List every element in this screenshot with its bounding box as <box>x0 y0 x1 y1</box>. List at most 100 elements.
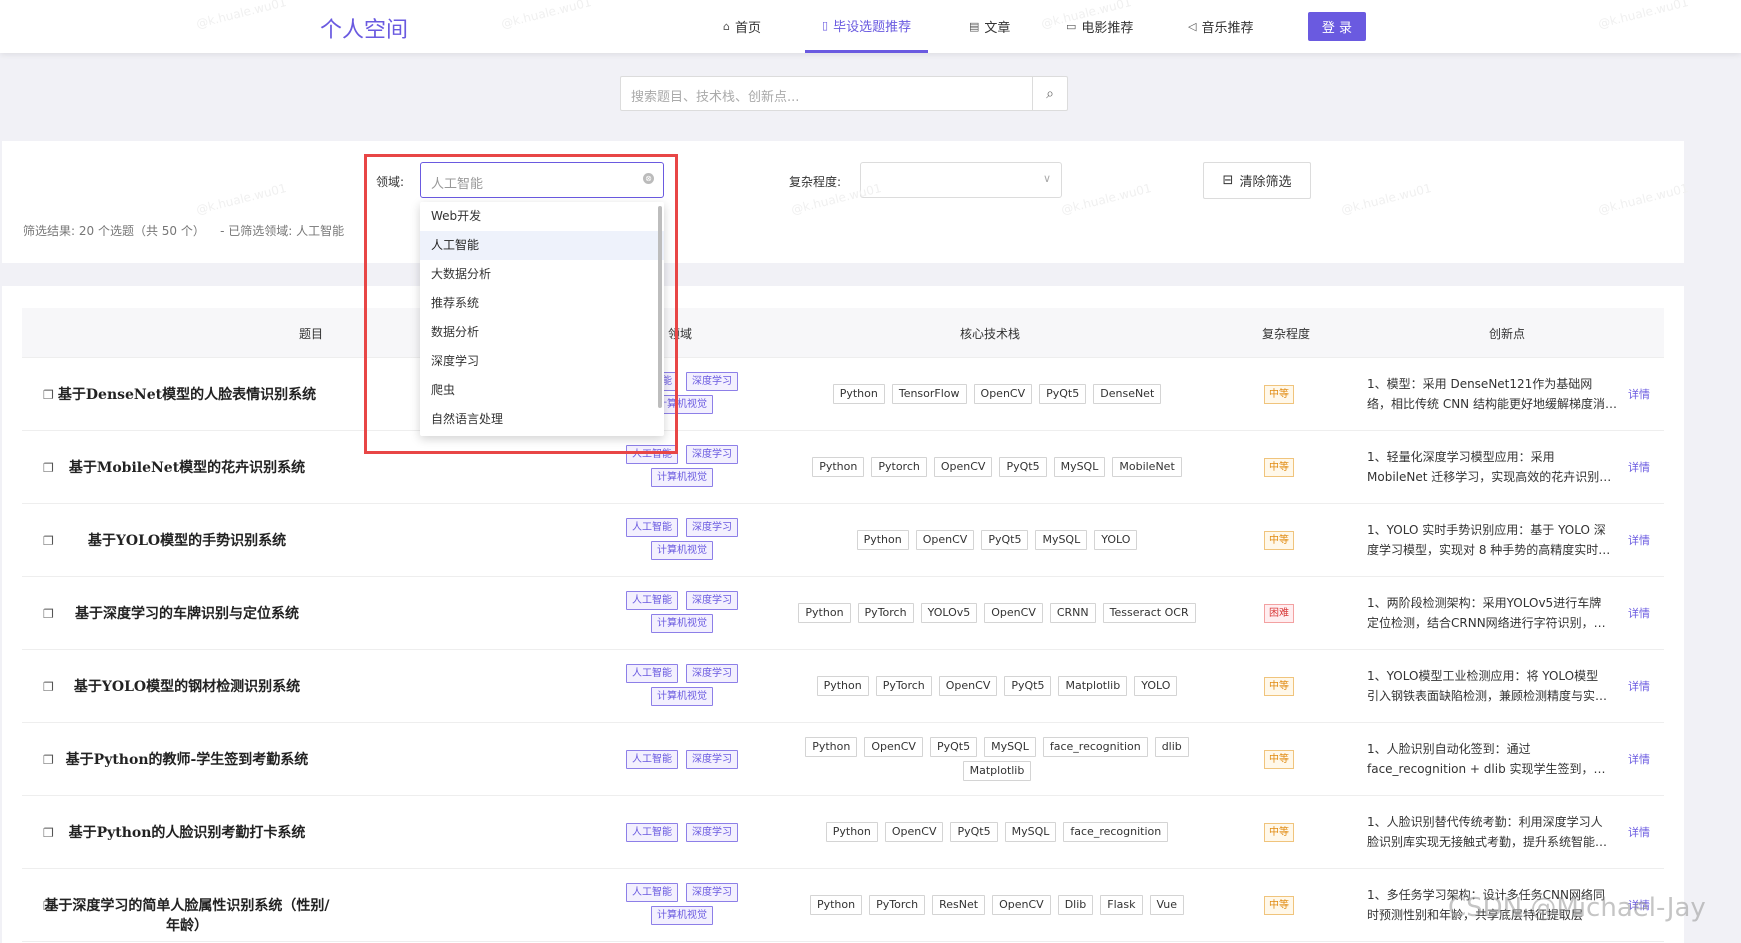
article-icon: ▤ <box>969 20 980 33</box>
table-row: ❐ 基于Python的教师-学生签到考勤系统 人工智能 深度学习 Python OpenC… <box>22 723 1664 796</box>
tech-tag: CRNN <box>1049 603 1096 623</box>
domain-tag: 深度学习 <box>686 518 738 537</box>
innovation-line: 1、轻量化深度学习模型应用：采用 <box>1367 450 1555 464</box>
tech-tag: face_recognition <box>1063 822 1169 842</box>
complexity-badge: 中等 <box>1264 823 1294 842</box>
tech-tag: DenseNet <box>1093 384 1162 404</box>
col-domain: 领域 <box>667 327 693 341</box>
domain-select[interactable]: 人工智能 ⊗ <box>420 162 664 198</box>
dropdown-option[interactable]: 爬虫 <box>420 376 664 405</box>
detail-link[interactable]: 详情 <box>1628 678 1650 694</box>
clear-select-icon[interactable]: ⊗ <box>643 173 654 184</box>
tech-tag: Python <box>825 822 878 842</box>
dropdown-option[interactable]: 深度学习 <box>420 347 664 376</box>
domain-tag: 深度学习 <box>686 750 738 769</box>
tech-tag: MobileNet <box>1112 457 1182 477</box>
domain-tag: 人工智能 <box>626 445 678 464</box>
search-box[interactable]: 搜索题目、技术栈、创新点... ⌕ <box>620 76 1068 111</box>
dropdown-scrollbar[interactable] <box>658 206 662 408</box>
nav-label: 毕设选题推荐 <box>833 19 912 35</box>
col-tech: 核心技术栈 <box>959 327 1021 341</box>
tech-tag: PyTorch <box>875 676 932 696</box>
topic-title: 基于Python的人脸识别考勤打卡系统 <box>68 825 306 841</box>
tech-tag: MySQL <box>1004 822 1057 842</box>
search-icon[interactable]: ⌕ <box>1032 77 1067 110</box>
tech-tag: MySQL <box>1053 457 1106 477</box>
top-header: 个人空间 ⌂ 首页 ▯ 毕设选题推荐 ▤ 文章 ▭ 电影推荐 ◁ 音乐推荐 登 录 <box>0 0 1741 53</box>
tech-tag: OpenCV <box>864 737 923 757</box>
tech-tag: Matplotlib <box>1058 676 1128 696</box>
tech-tag: face_recognition <box>1042 737 1148 757</box>
complexity-select[interactable]: ∨ <box>860 162 1062 198</box>
clear-filter-label: 清除筛选 <box>1239 175 1292 190</box>
table-row: ❐ 基于Python的人脸识别考勤打卡系统 人工智能 深度学习 Python OpenCV… <box>22 796 1664 869</box>
detail-link[interactable]: 详情 <box>1628 532 1650 548</box>
nav-thesis[interactable]: ▯ 毕设选题推荐 <box>805 0 929 53</box>
site-logo[interactable]: 个人空间 <box>320 12 408 44</box>
topic-title: 基于深度学习的车牌识别与定位系统 <box>75 606 299 622</box>
domain-tag: 人工智能 <box>626 518 678 537</box>
domain-tags: 人工智能 深度学习 <box>612 750 752 769</box>
nav-label: 音乐推荐 <box>1201 21 1254 36</box>
tech-tag: OpenCV <box>938 676 998 696</box>
dropdown-option[interactable]: 人工智能 <box>420 231 664 260</box>
tech-tag: Matplotlib <box>962 761 1032 781</box>
detail-link[interactable]: 详情 <box>1628 386 1650 402</box>
search-input[interactable]: 搜索题目、技术栈、创新点... <box>631 86 799 105</box>
csdn-watermark: CSDN @Michael-Jay <box>1448 893 1706 923</box>
tech-tag: Pytorch <box>871 457 927 477</box>
innovation-line: 度学习模型，实现对 8 种手势的高精度实时识别 <box>1367 543 1617 557</box>
tech-tag: YOLO <box>1094 530 1138 550</box>
tech-tag: dlib <box>1154 737 1189 757</box>
domain-tags: 人工智能深度学习计算机视觉 <box>612 518 752 560</box>
dropdown-option[interactable]: 大数据分析 <box>420 260 664 289</box>
nav-label: 电影推荐 <box>1081 21 1134 36</box>
dropdown-option[interactable]: 数据分析 <box>420 318 664 347</box>
nav-music[interactable]: ◁ 音乐推荐 <box>1188 0 1253 53</box>
detail-link[interactable]: 详情 <box>1628 824 1650 840</box>
topic-title: 基于MobileNet模型的花卉识别系统 <box>68 460 306 476</box>
innovation-line: 1、YOLO模型工业检测应用：将 YOLO模型 <box>1367 669 1599 683</box>
nav-home[interactable]: ⌂ 首页 <box>723 0 761 53</box>
dropdown-option[interactable]: 自然语言处理 <box>420 405 664 434</box>
detail-link[interactable]: 详情 <box>1628 605 1650 621</box>
dropdown-option[interactable]: 推荐系统 <box>420 289 664 318</box>
innovation-line: 1、人脸识别替代传统考勤：利用深度学习人 <box>1367 815 1603 829</box>
dropdown-option[interactable]: Web开发 <box>420 202 664 231</box>
domain-tags: 人工智能 深度学习 <box>612 823 752 842</box>
tech-tag: OpenCV <box>992 895 1051 915</box>
filter-clear-icon: ⊟ <box>1222 173 1234 188</box>
tech-tag: Vue <box>1149 895 1185 915</box>
tech-tag: PyQt5 <box>981 530 1029 550</box>
tech-tag: MySQL <box>984 737 1036 757</box>
domain-tag: 计算机视觉 <box>651 541 713 560</box>
innovation-line: 1、两阶段检测架构：采用YOLOv5进行车牌 <box>1367 596 1602 610</box>
video-icon: ▭ <box>1066 20 1077 33</box>
nav-articles[interactable]: ▤ 文章 <box>969 0 1010 53</box>
tech-tag: Python <box>832 384 885 404</box>
tech-tag: PyTorch <box>869 895 926 915</box>
detail-link[interactable]: 详情 <box>1628 751 1650 767</box>
tech-tag: Python <box>816 676 869 696</box>
innovation-line: 定位检测，结合CRNN网络进行字符识别，提升准确率 <box>1367 616 1617 630</box>
detail-link[interactable]: 详情 <box>1628 459 1650 475</box>
tech-tag: MySQL <box>1035 530 1088 550</box>
nav-movies[interactable]: ▭ 电影推荐 <box>1066 0 1133 53</box>
complexity-badge: 中等 <box>1264 385 1294 404</box>
clear-filter-button[interactable]: ⊟ 清除筛选 <box>1203 162 1311 199</box>
table-row: ❐基于DenseNet模型的人脸表情识别系统人工智能深度学习计算机视觉Pytho… <box>22 358 1664 431</box>
topic-title: 基于深度学习的简单人脸属性识别系统（性别/年龄） <box>44 898 330 934</box>
tech-tag: ResNet <box>932 895 986 915</box>
tech-tag: Python <box>798 603 851 623</box>
domain-tags: 人工智能深度学习计算机视觉 <box>612 445 752 487</box>
domain-tag: 深度学习 <box>686 823 738 842</box>
tech-stack: Python OpenCV PyQt5 MySQL face_recognition <box>792 822 1202 842</box>
tech-tag: PyQt5 <box>929 737 978 757</box>
topic-title: 基于DenseNet模型的人脸表情识别系统 <box>57 387 317 403</box>
complexity-badge: 中等 <box>1264 750 1294 769</box>
domain-tags: 人工智能深度学习计算机视觉 <box>612 591 752 633</box>
domain-tag: 计算机视觉 <box>651 614 713 633</box>
complexity-badge: 中等 <box>1264 458 1294 477</box>
document-icon: ▯ <box>822 18 829 32</box>
login-button[interactable]: 登 录 <box>1308 12 1366 41</box>
